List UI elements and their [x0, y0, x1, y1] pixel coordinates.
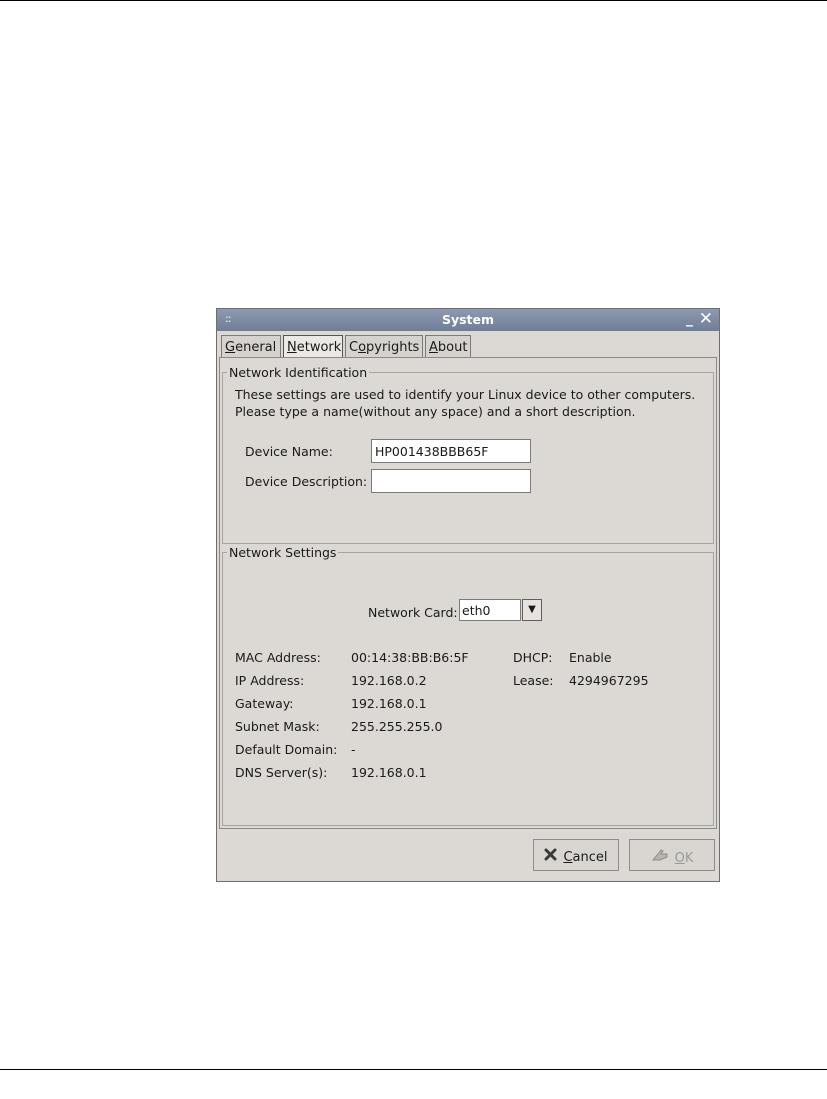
cancel-button[interactable]: Cancel: [533, 839, 619, 871]
close-icon[interactable]: ✕: [699, 309, 713, 329]
dns-servers-value: 192.168.0.1: [351, 765, 427, 780]
device-description-input[interactable]: [371, 469, 531, 493]
mac-address-label: MAC Address:: [235, 650, 321, 665]
network-tab-panel: Network Identification These settings ar…: [219, 357, 717, 829]
description-line-2: Please type a name(without any space) an…: [235, 404, 636, 419]
tab-about[interactable]: About: [425, 335, 471, 357]
window-title: System: [441, 312, 495, 327]
hand-icon: [651, 848, 669, 866]
ip-address-label: IP Address:: [235, 673, 305, 688]
dhcp-value: Enable: [569, 650, 612, 665]
ip-address-value: 192.168.0.2: [351, 673, 427, 688]
mac-address-value: 00:14:38:BB:B6:5F: [351, 650, 469, 665]
dialog-footer: Cancel OK: [219, 829, 717, 879]
default-domain-label: Default Domain:: [235, 742, 338, 757]
tab-copyrights[interactable]: Copyrights: [345, 335, 423, 357]
dhcp-label: DHCP:: [513, 650, 553, 665]
network-card-select[interactable]: eth0: [459, 599, 521, 621]
description-line-1: These settings are used to identify your…: [235, 387, 696, 402]
page-top-rule: [0, 0, 827, 1]
network-card-label: Network Card:: [368, 605, 458, 620]
device-name-input[interactable]: HP001438BBB65F: [371, 439, 531, 463]
device-description-label: Device Description:: [245, 474, 368, 489]
subnet-mask-label: Subnet Mask:: [235, 719, 320, 734]
gateway-label: Gateway:: [235, 696, 294, 711]
tab-general[interactable]: General: [221, 335, 281, 357]
lease-value: 4294967295: [569, 673, 649, 688]
ok-button[interactable]: OK: [629, 839, 715, 871]
minimize-icon[interactable]: _: [686, 311, 693, 327]
title-bar[interactable]: :: System _ ✕: [217, 309, 719, 331]
network-settings-group: Network Settings Network Card: eth0 ▼ MA…: [222, 545, 714, 826]
gateway-value: 192.168.0.1: [351, 696, 427, 711]
page-bottom-rule: [0, 1069, 827, 1070]
lease-label: Lease:: [513, 673, 554, 688]
chevron-down-icon[interactable]: ▼: [522, 599, 542, 621]
subnet-mask-value: 255.255.255.0: [351, 719, 443, 734]
x-icon: [544, 848, 557, 865]
system-dialog: :: System _ ✕ General Network Copyrights…: [216, 308, 720, 882]
device-name-label: Device Name:: [245, 444, 333, 459]
group-title: Network Identification: [227, 365, 370, 380]
tab-network[interactable]: Network: [283, 335, 343, 357]
network-identification-group: Network Identification These settings ar…: [222, 365, 714, 544]
default-domain-value: -: [351, 742, 356, 757]
dns-servers-label: DNS Server(s):: [235, 765, 328, 780]
group-title: Network Settings: [227, 545, 339, 560]
